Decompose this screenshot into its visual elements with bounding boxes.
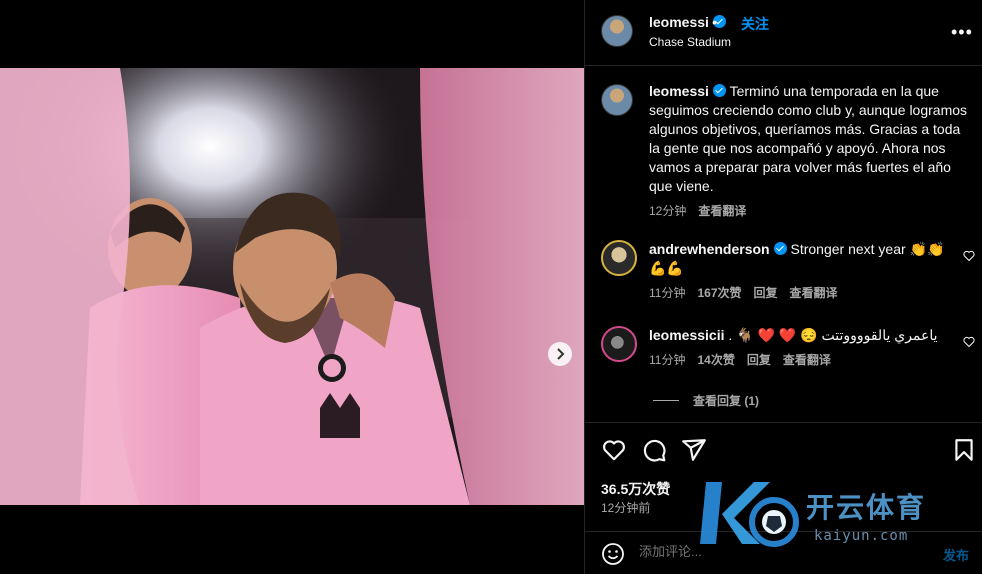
replies-divider [653,400,679,401]
username-text[interactable]: leomessi [649,14,709,30]
next-image-button[interactable] [548,342,572,366]
caption-body: leomessi Terminó una temporada en la que… [649,82,969,221]
caption-text: Terminó una temporada en la que seguimos… [649,83,968,194]
avatar[interactable] [601,15,633,47]
post-photo[interactable] [0,68,584,505]
verified-badge-icon [712,84,726,97]
comment-likes[interactable]: 14次赞 [697,351,734,370]
heart-icon[interactable] [601,437,627,463]
bookmark-icon[interactable] [951,437,977,463]
comment-username[interactable]: leomessicii [649,327,725,343]
view-replies-label[interactable]: 查看回复 (1) [693,392,759,409]
comment-input[interactable] [639,544,889,559]
avatar[interactable] [601,84,633,116]
comment-time: 11分钟 [649,286,686,300]
caption-meta: 12分钟 查看翻译 [649,202,969,221]
comment-time: 11分钟 [649,353,686,367]
heart-icon[interactable] [963,336,975,348]
comment-translate-link[interactable]: 查看翻译 [790,284,838,303]
post-details-panel: leomessi • 关注 Chase Stadium ••• leomessi… [584,0,982,574]
post-photo-illustration [0,68,584,505]
like-count[interactable]: 36.5万次赞 [601,479,670,499]
comment-username[interactable]: andrewhenderson [649,241,770,257]
heart-icon[interactable] [963,250,975,262]
caption-username[interactable]: leomessi [649,83,709,99]
post-media-panel [0,0,584,574]
emoji-icon[interactable] [601,542,625,566]
comment-reply-button[interactable]: 回复 [754,284,778,303]
view-replies-button[interactable]: 查看回复 (1) [653,392,759,409]
caption-time: 12分钟 [649,204,687,218]
follow-button[interactable]: 关注 [741,14,769,34]
avatar[interactable] [601,240,637,276]
caption-translate-link[interactable]: 查看翻译 [698,202,746,221]
post-comment-button[interactable]: 发布 [943,545,969,564]
post-time: 12分钟前 [601,501,651,515]
separator-dot: • [712,14,717,30]
post-header: leomessi • 关注 Chase Stadium ••• [585,0,982,66]
comment-likes[interactable]: 167次赞 [697,284,741,303]
comment-meta: 11分钟 14次赞 回复 查看翻译 [649,351,949,370]
more-options-button[interactable]: ••• [951,22,973,43]
comment-composer: 发布 [585,531,982,574]
verified-badge-icon [773,242,787,255]
comment-body: andrewhenderson Stronger next year 👏👏 💪💪… [649,240,949,303]
avatar[interactable] [601,326,637,362]
comment-translate-link[interactable]: 查看翻译 [783,351,831,370]
comment-meta: 11分钟 167次赞 回复 查看翻译 [649,284,949,303]
post-location[interactable]: Chase Stadium [649,35,731,49]
comment-icon[interactable] [641,437,667,463]
chevron-right-icon [557,348,565,360]
comment-reply-button[interactable]: 回复 [747,351,771,370]
comment-body: leomessicii . 🐐 ❤️ ❤️ 😔 ياعمري يالقووووت… [649,326,949,370]
comment-text: . 🐐 ❤️ ❤️ 😔 ياعمري يالقووووتتت [728,327,938,343]
share-icon[interactable] [681,437,707,463]
